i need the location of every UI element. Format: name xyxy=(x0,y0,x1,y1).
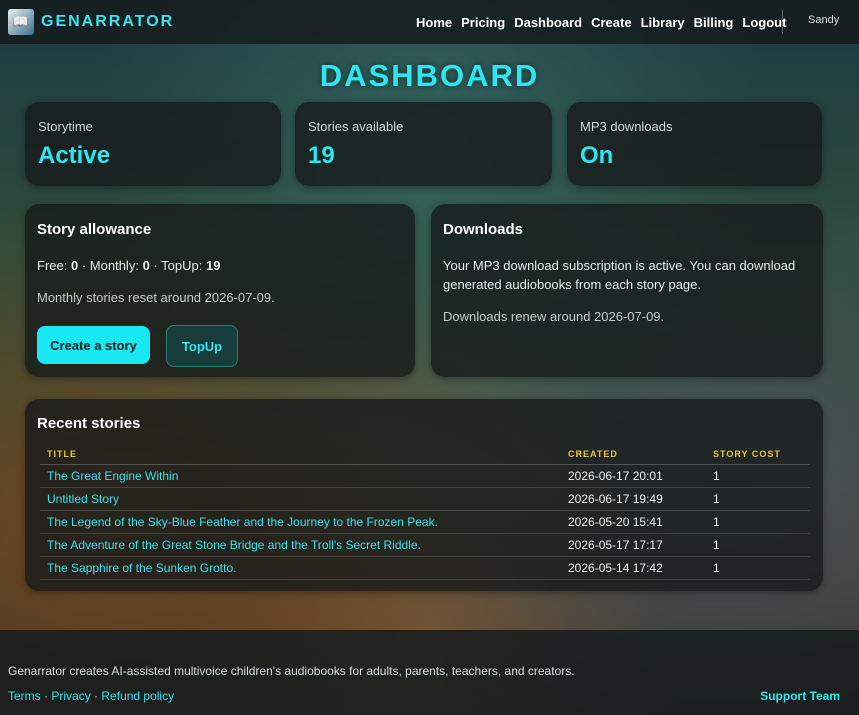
card-heading: Downloads xyxy=(443,221,524,238)
story-cost: 1 xyxy=(706,487,810,511)
stat-card-storytime: Storytime Active xyxy=(25,102,281,186)
downloads-renew-text: Downloads renew around 2026-07-09. xyxy=(443,309,665,324)
stat-card-mp3-downloads: MP3 downloads On xyxy=(567,102,822,186)
topup-button[interactable]: TopUp xyxy=(166,325,238,367)
table-row: Untitled Story 2026-06-17 19:49 1 xyxy=(40,487,810,511)
story-created: 2026-05-17 17:17 xyxy=(561,533,706,557)
stat-label: MP3 downloads xyxy=(580,119,673,134)
table-row: The Sapphire of the Sunken Grotto. 2026-… xyxy=(40,556,810,580)
nav-home[interactable]: Home xyxy=(416,15,452,30)
story-title-link[interactable]: The Legend of the Sky-Blue Feather and t… xyxy=(40,510,561,534)
story-cost: 1 xyxy=(706,556,810,580)
separator: · xyxy=(44,689,49,703)
story-cost: 1 xyxy=(706,464,810,488)
nav-pricing[interactable]: Pricing xyxy=(461,15,505,30)
reset-text: Monthly stories reset around 2026-07-09. xyxy=(37,290,275,305)
downloads-description: Your MP3 download subscription is active… xyxy=(443,258,796,292)
create-story-button[interactable]: Create a story xyxy=(37,326,150,364)
separator: · xyxy=(153,258,158,273)
stat-card-stories-available: Stories available 19 xyxy=(295,102,552,186)
story-allowance-card: Story allowance Free: 0 · Monthly: 0 · T… xyxy=(25,204,415,377)
nav-divider xyxy=(782,10,783,34)
card-heading: Story allowance xyxy=(37,221,152,238)
book-logo-icon[interactable]: 📖 xyxy=(8,9,34,35)
allowance-breakdown: Free: 0 · Monthly: 0 · TopUp: 19 xyxy=(37,258,220,273)
top-navbar: 📖 GENARRATOR Home Pricing Dashboard Crea… xyxy=(0,0,859,44)
footer-link-refund-policy[interactable]: Refund policy xyxy=(101,689,174,703)
story-cost: 1 xyxy=(706,510,810,534)
monthly-value: 0 xyxy=(142,258,150,273)
nav-links: Home Pricing Dashboard Create Library Bi… xyxy=(416,0,786,44)
table-row: The Great Engine Within 2026-06-17 20:01… xyxy=(40,464,810,488)
support-team-link[interactable]: Support Team xyxy=(760,689,840,703)
stat-value: 19 xyxy=(308,142,335,169)
story-title-link[interactable]: The Sapphire of the Sunken Grotto. xyxy=(40,556,561,580)
page-title: DASHBOARD xyxy=(319,58,540,93)
nav-library[interactable]: Library xyxy=(641,15,685,30)
card-heading: Recent stories xyxy=(37,415,141,432)
nav-dashboard[interactable]: Dashboard xyxy=(514,15,582,30)
free-label: Free: xyxy=(37,258,68,273)
story-title-link[interactable]: The Great Engine Within xyxy=(40,464,561,488)
stat-label: Storytime xyxy=(38,119,93,134)
column-header-title: TITLE xyxy=(40,444,561,465)
story-created: 2026-06-17 20:01 xyxy=(561,464,706,488)
column-header-story-cost: STORY COST xyxy=(706,444,810,465)
story-created: 2026-05-20 15:41 xyxy=(561,510,706,534)
user-name[interactable]: Sandy xyxy=(808,14,839,26)
table-header-row: TITLE CREATED STORY COST xyxy=(40,444,810,465)
brand-name[interactable]: GENARRATOR xyxy=(41,13,174,31)
recent-stories-card: Recent stories TITLE CREATED STORY COST … xyxy=(25,399,823,591)
column-header-created: CREATED xyxy=(561,444,706,465)
table-row: The Legend of the Sky-Blue Feather and t… xyxy=(40,510,810,534)
story-created: 2026-06-17 19:49 xyxy=(561,487,706,511)
footer-link-privacy[interactable]: Privacy xyxy=(51,689,90,703)
footer-link-terms[interactable]: Terms xyxy=(8,689,41,703)
free-value: 0 xyxy=(70,258,79,273)
footer-description: Genarrator creates AI-assisted multivoic… xyxy=(8,664,575,678)
stat-value: Active xyxy=(38,142,111,169)
table-row: The Adventure of the Great Stone Bridge … xyxy=(40,533,810,557)
nav-logout[interactable]: Logout xyxy=(742,15,786,30)
nav-create[interactable]: Create xyxy=(591,15,631,30)
recent-stories-table: TITLE CREATED STORY COST The Great Engin… xyxy=(40,444,810,580)
stat-label: Stories available xyxy=(308,119,404,134)
monthly-label: Monthly: xyxy=(89,258,139,273)
story-title-link[interactable]: The Adventure of the Great Stone Bridge … xyxy=(40,533,561,557)
story-created: 2026-05-14 17:42 xyxy=(561,556,706,580)
topup-value: 19 xyxy=(205,258,221,273)
separator: · xyxy=(94,689,99,703)
footer: Genarrator creates AI-assisted multivoic… xyxy=(0,630,859,715)
stat-value: On xyxy=(580,142,614,169)
downloads-card: Downloads Your MP3 download subscription… xyxy=(431,204,823,377)
nav-billing[interactable]: Billing xyxy=(694,15,734,30)
separator: · xyxy=(81,258,87,273)
topup-label: TopUp: xyxy=(161,258,203,273)
story-cost: 1 xyxy=(706,533,810,557)
story-title-link[interactable]: Untitled Story xyxy=(40,487,561,511)
footer-links: Terms · Privacy · Refund policy xyxy=(8,689,174,703)
